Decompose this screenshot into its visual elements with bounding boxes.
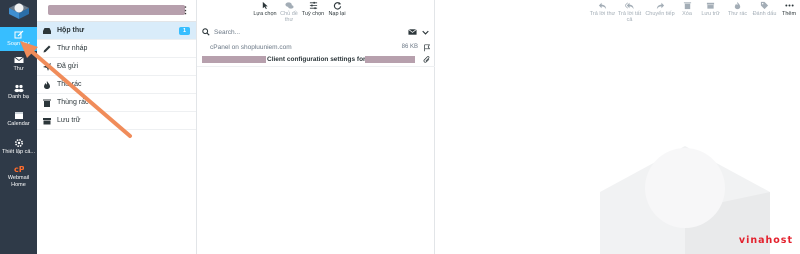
pencil-icon	[43, 45, 51, 52]
tag-icon	[760, 1, 769, 10]
nav-calendar[interactable]: Calendar	[0, 110, 37, 134]
compose-icon	[14, 30, 23, 39]
nav-settings-label: Thiết lập cấ...	[1, 149, 36, 155]
nav-webmail-home-label: Webmail Home	[7, 175, 30, 188]
unread-badge: 1	[178, 26, 190, 35]
attachment-icon	[423, 56, 430, 63]
nav-contacts[interactable]: Danh bạ	[0, 83, 37, 107]
select-button[interactable]: Lựa chọn	[253, 0, 277, 22]
message-from: cPanel on shopluuniem.com	[210, 44, 292, 51]
threads-label: Chủ đề thư	[280, 11, 298, 23]
contacts-icon	[14, 84, 23, 93]
threads-icon	[284, 2, 294, 9]
options-button[interactable]: Tuỳ chọn	[301, 0, 325, 22]
nav-settings[interactable]: Thiết lập cấ...	[0, 138, 37, 162]
folder-archive-label: Lưu trữ	[57, 117, 81, 124]
archive-icon	[706, 2, 715, 9]
mark-label: Đánh dấu	[752, 11, 777, 17]
folder-sent[interactable]: Đã gửi	[37, 58, 196, 76]
send-icon	[43, 62, 51, 71]
cursor-icon	[262, 1, 268, 10]
more-icon	[784, 4, 794, 7]
mark-button[interactable]: Đánh dấu	[751, 0, 778, 22]
folder-drafts-label: Thư nháp	[57, 45, 88, 52]
nav-compose-label: Soạn thư	[7, 41, 30, 47]
folder-panel: ⋮ Hộp thư 1 Thư nháp Đã gửi Thư rác Thùn…	[37, 0, 197, 254]
main-nav: Soạn thư Thư Danh bạ Calendar Thiết lập …	[0, 0, 37, 254]
message-subject: Client configuration settings for	[267, 56, 366, 63]
folder-junk[interactable]: Thư rác	[37, 76, 196, 94]
folder-archive[interactable]: Lưu trữ	[37, 112, 196, 130]
reply-button[interactable]: Trả lời thư	[589, 0, 616, 22]
folder-sent-label: Đã gửi	[57, 63, 79, 70]
nav-compose[interactable]: Soạn thư	[0, 27, 37, 51]
chevron-down-icon[interactable]	[422, 29, 429, 36]
gear-icon	[14, 138, 23, 148]
search-icon	[202, 28, 210, 36]
search-input[interactable]: Search...	[214, 29, 240, 36]
message-row[interactable]: cPanel on shopluuniem.com 86 KB Client c…	[197, 41, 435, 67]
nav-contacts-label: Danh bạ	[8, 94, 29, 100]
fire-icon	[734, 1, 741, 10]
more-button[interactable]: Thêm	[778, 0, 800, 22]
folder-drafts[interactable]: Thư nháp	[37, 40, 196, 58]
fire-icon	[44, 80, 50, 89]
sender-redacted	[202, 56, 266, 63]
preview-panel: Trả lời thư Trả lời tất cả Chuyển tiếp X…	[435, 0, 800, 254]
account-name-redacted	[48, 5, 185, 15]
forward-button[interactable]: Chuyển tiếp	[643, 0, 677, 22]
account-header: ⋮	[37, 0, 196, 22]
roundcube-logo	[9, 3, 29, 19]
nav-mail-label: Thư	[13, 66, 24, 72]
junk-button[interactable]: Thư rác	[724, 0, 751, 22]
reply-label: Trả lời thư	[589, 11, 616, 17]
search-bar[interactable]: Search...	[197, 25, 435, 39]
envelope-options-icon[interactable]	[408, 28, 417, 36]
message-size: 86 KB	[401, 44, 418, 50]
trash-icon	[683, 2, 691, 10]
sliders-icon	[309, 1, 317, 10]
forward-icon	[656, 2, 664, 10]
reply-all-label: Trả lời tất cả	[617, 11, 642, 23]
folder-trash-label: Thùng rác	[57, 99, 89, 106]
nav-mail[interactable]: Thư	[0, 55, 37, 79]
more-label: Thêm	[781, 11, 797, 17]
subject-redacted	[365, 56, 415, 63]
vinahost-watermark: vinahost	[738, 235, 793, 246]
cpanel-icon: cP	[14, 165, 24, 174]
reply-icon	[598, 2, 607, 10]
folder-inbox[interactable]: Hộp thư 1	[37, 22, 196, 40]
delete-button[interactable]: Xóa	[677, 0, 697, 22]
junk-label: Thư rác	[727, 11, 748, 17]
account-menu-icon[interactable]: ⋮	[181, 5, 190, 16]
message-list-panel: Lựa chọn Chủ đề thư Tuỳ chọn Nạp lại Sea…	[197, 0, 435, 254]
svg-text:cP: cP	[14, 165, 24, 174]
calendar-icon	[14, 112, 23, 119]
message-toolbar: Trả lời thư Trả lời tất cả Chuyển tiếp X…	[589, 0, 800, 23]
nav-webmail-home[interactable]: cP Webmail Home	[0, 164, 37, 194]
trash-icon	[43, 99, 51, 107]
reply-all-icon	[625, 2, 634, 10]
refresh-button[interactable]: Nạp lại	[325, 0, 349, 22]
list-toolbar: Lựa chọn Chủ đề thư Tuỳ chọn Nạp lại	[253, 0, 349, 23]
archive-button[interactable]: Lưu trữ	[697, 0, 724, 22]
forward-label: Chuyển tiếp	[645, 11, 675, 17]
reply-all-button[interactable]: Trả lời tất cả	[616, 0, 643, 23]
archive-icon	[43, 117, 51, 124]
mail-icon	[13, 56, 24, 63]
flag-icon[interactable]	[423, 44, 431, 52]
options-label: Tuỳ chọn	[301, 11, 325, 17]
folder-junk-label: Thư rác	[57, 81, 82, 88]
folder-inbox-label: Hộp thư	[57, 27, 85, 34]
nav-calendar-label: Calendar	[7, 121, 30, 127]
inbox-icon	[43, 27, 51, 34]
delete-label: Xóa	[682, 11, 692, 17]
refresh-icon	[333, 1, 341, 10]
select-label: Lựa chọn	[253, 11, 277, 17]
refresh-label: Nạp lại	[328, 11, 346, 17]
threads-button[interactable]: Chủ đề thư	[277, 0, 301, 23]
archive-label: Lưu trữ	[701, 11, 720, 17]
folder-trash[interactable]: Thùng rác	[37, 94, 196, 112]
